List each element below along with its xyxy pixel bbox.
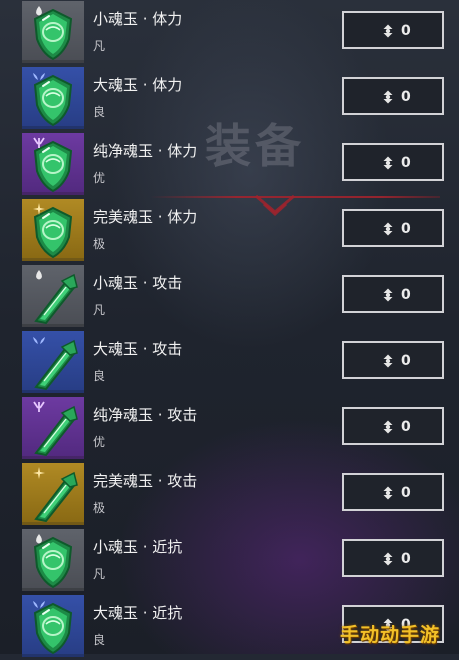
item-grade: 极	[93, 237, 106, 251]
item-name: 大魂玉 · 近抗	[93, 604, 183, 622]
trident-icon	[33, 401, 45, 412]
item-row: 纯净魂玉 · 攻击优 0	[0, 396, 459, 462]
item-thumbnail	[22, 1, 84, 63]
droplet-icon	[36, 534, 42, 544]
item-name: 小魂玉 · 近抗	[93, 538, 183, 556]
quantity-stepper[interactable]: 0	[342, 11, 444, 49]
quantity-value: 0	[401, 89, 411, 105]
item-grade: 优	[93, 171, 106, 185]
quantity-value: 0	[401, 485, 411, 501]
item-grade: 极	[93, 501, 106, 515]
item-thumbnail	[22, 199, 84, 261]
item-thumbnail	[22, 529, 84, 591]
spin-arrows-icon	[383, 156, 393, 170]
trident-icon	[33, 137, 45, 148]
item-name: 完美魂玉 · 体力	[93, 208, 198, 226]
droplet-icon	[36, 270, 42, 280]
wing-icon	[33, 601, 45, 608]
item-thumbnail	[22, 463, 84, 525]
item-name: 大魂玉 · 攻击	[93, 340, 183, 358]
item-grade: 凡	[93, 39, 106, 53]
item-grade: 凡	[93, 567, 106, 581]
spin-arrows-icon	[383, 486, 393, 500]
quantity-stepper[interactable]: 0	[342, 143, 444, 181]
quantity-stepper[interactable]: 0	[342, 473, 444, 511]
quantity-stepper[interactable]: 0	[342, 341, 444, 379]
droplet-icon	[36, 6, 42, 16]
quantity-stepper[interactable]: 0	[342, 407, 444, 445]
item-row: 完美魂玉 · 体力极 0	[0, 198, 459, 264]
item-thumbnail	[22, 397, 84, 459]
quantity-stepper[interactable]: 0	[342, 209, 444, 247]
item-name: 纯净魂玉 · 体力	[93, 142, 198, 160]
item-thumbnail	[22, 133, 84, 195]
item-thumbnail	[22, 67, 84, 129]
item-name: 完美魂玉 · 攻击	[93, 472, 198, 490]
item-grade: 良	[93, 105, 106, 119]
quantity-value: 0	[401, 155, 411, 171]
item-grade: 良	[93, 369, 106, 383]
quantity-value: 0	[401, 551, 411, 567]
item-row: 大魂玉 · 体力良 0	[0, 66, 459, 132]
sparkle-icon	[33, 467, 45, 479]
item-row: 纯净魂玉 · 体力优 0	[0, 132, 459, 198]
quantity-value: 0	[401, 221, 411, 237]
item-row: 完美魂玉 · 攻击极 0	[0, 462, 459, 528]
quantity-value: 0	[401, 419, 411, 435]
item-name: 纯净魂玉 · 攻击	[93, 406, 198, 424]
watermark: 手动动手游	[340, 624, 441, 646]
item-name: 小魂玉 · 攻击	[93, 274, 183, 292]
wing-icon	[33, 337, 45, 344]
spin-arrows-icon	[383, 552, 393, 566]
item-thumbnail	[22, 265, 84, 327]
item-thumbnail	[22, 595, 84, 657]
item-row: 小魂玉 · 近抗凡 0	[0, 528, 459, 594]
item-grade: 凡	[93, 303, 106, 317]
item-grade: 优	[93, 435, 106, 449]
item-row: 小魂玉 · 攻击凡 0	[0, 264, 459, 330]
sparkle-icon	[33, 203, 45, 215]
quantity-stepper[interactable]: 0	[342, 539, 444, 577]
item-name: 大魂玉 · 体力	[93, 76, 183, 94]
quantity-stepper[interactable]: 0	[342, 275, 444, 313]
spin-arrows-icon	[383, 354, 393, 368]
wing-icon	[33, 73, 45, 80]
quantity-value: 0	[401, 23, 411, 39]
spin-arrows-icon	[383, 222, 393, 236]
spin-arrows-icon	[383, 24, 393, 38]
spin-arrows-icon	[383, 90, 393, 104]
item-row: 小魂玉 · 体力凡 0	[0, 0, 459, 66]
item-name: 小魂玉 · 体力	[93, 10, 183, 28]
quantity-stepper[interactable]: 0	[342, 77, 444, 115]
item-row: 大魂玉 · 攻击良 0	[0, 330, 459, 396]
quantity-value: 0	[401, 353, 411, 369]
spin-arrows-icon	[383, 420, 393, 434]
item-grade: 良	[93, 633, 106, 647]
spin-arrows-icon	[383, 288, 393, 302]
item-thumbnail	[22, 331, 84, 393]
quantity-value: 0	[401, 287, 411, 303]
